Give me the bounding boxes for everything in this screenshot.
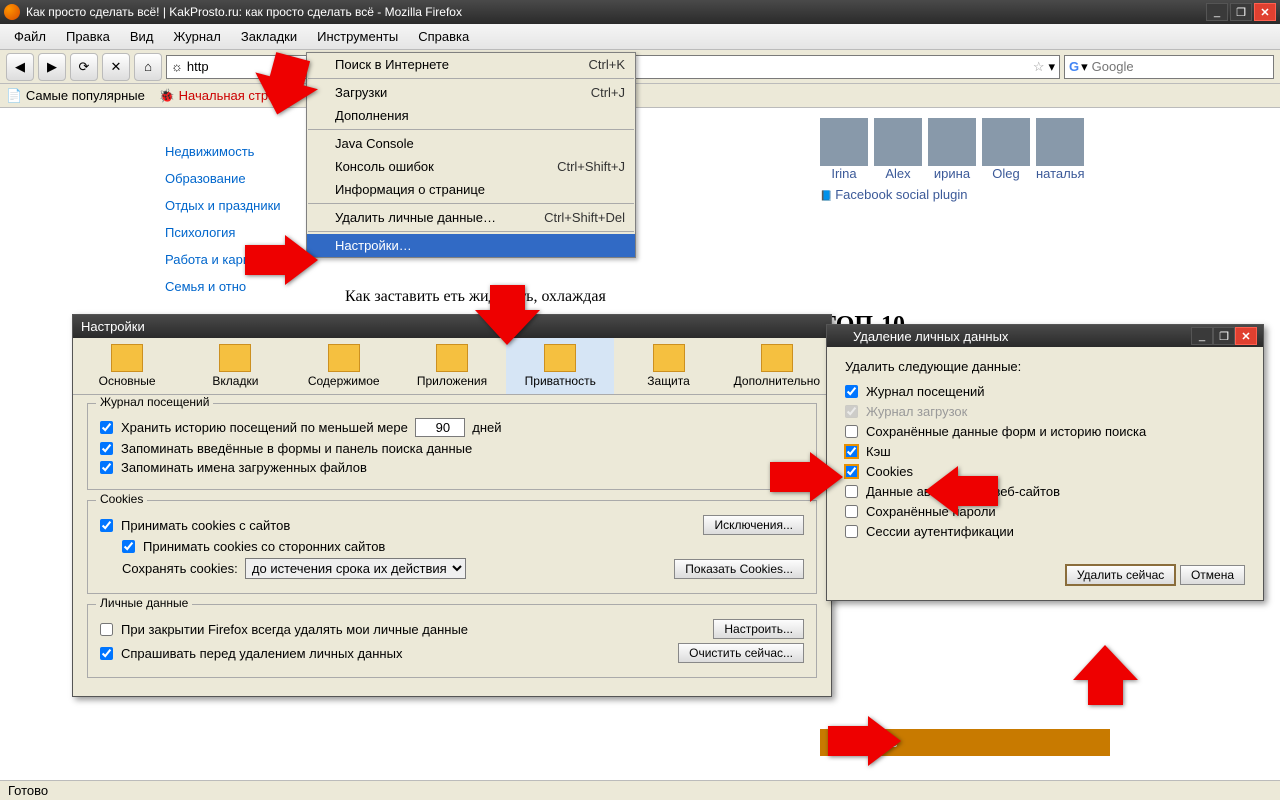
clear-item-checkbox[interactable] xyxy=(845,385,858,398)
settings-tab[interactable]: Содержимое xyxy=(290,338,398,394)
clear-dialog-title: Удаление личных данных xyxy=(853,329,1191,344)
firefox-icon xyxy=(4,4,20,20)
menu-item[interactable]: Настройки… xyxy=(307,234,635,257)
star-icon[interactable]: ☆ xyxy=(1033,59,1045,75)
tutorial-arrow xyxy=(765,452,845,515)
settings-title: Настройки xyxy=(81,319,145,334)
menu-history[interactable]: Журнал xyxy=(163,25,230,48)
accept-cookies-checkbox[interactable] xyxy=(100,519,113,532)
sidebar-link[interactable]: Отдых и праздники xyxy=(165,192,325,219)
clear-item-checkbox[interactable] xyxy=(845,505,858,518)
tutorial-arrow xyxy=(1068,640,1138,713)
remember-forms-checkbox[interactable] xyxy=(100,442,113,455)
window-titlebar: Как просто сделать всё! | KakProsto.ru: … xyxy=(0,0,1280,24)
settings-dialog: Настройки ОсновныеВкладкиСодержимоеПрило… xyxy=(72,314,832,697)
history-fieldset: Журнал посещений Хранить историю посещен… xyxy=(87,403,817,490)
clear-item-checkbox[interactable] xyxy=(845,525,858,538)
forward-button[interactable]: ▶ xyxy=(38,53,66,81)
clear-item-checkbox[interactable] xyxy=(845,425,858,438)
keep-history-checkbox[interactable] xyxy=(100,421,113,434)
minimize-button[interactable]: _ xyxy=(1206,3,1228,21)
clear-item-checkbox[interactable] xyxy=(845,465,858,478)
clear-item-checkbox[interactable] xyxy=(845,405,858,418)
tutorial-arrow xyxy=(470,280,540,353)
remember-downloads-checkbox[interactable] xyxy=(100,461,113,474)
menu-item[interactable]: Java Console xyxy=(307,132,635,155)
tutorial-arrow xyxy=(248,50,318,123)
exceptions-button[interactable]: Исключения... xyxy=(703,515,804,535)
window-title: Как просто сделать всё! | KakProsto.ru: … xyxy=(26,5,1206,19)
search-box[interactable]: G▾ xyxy=(1064,55,1274,79)
close-button[interactable]: ✕ xyxy=(1254,3,1276,21)
maximize-button[interactable]: ❐ xyxy=(1230,3,1252,21)
reload-button[interactable]: ⟳ xyxy=(70,53,98,81)
clear-heading: Удалить следующие данные: xyxy=(845,359,1245,374)
menu-item[interactable]: Поиск в ИнтернетеCtrl+K xyxy=(307,53,635,76)
cookies-fieldset: Cookies Принимать cookies с сайтовИсключ… xyxy=(87,500,817,594)
dialog-minimize-button[interactable]: _ xyxy=(1191,327,1213,345)
settings-tab[interactable]: Основные xyxy=(73,338,181,394)
menu-item[interactable]: Дополнения xyxy=(307,104,635,127)
clear-now-button[interactable]: Очистить сейчас... xyxy=(678,643,804,663)
menu-tools[interactable]: Инструменты xyxy=(307,25,408,48)
status-bar: Готово xyxy=(0,780,1280,800)
clear-data-dialog: Удаление личных данных _ ❐ ✕ Удалить сле… xyxy=(826,324,1264,601)
dialog-close-button[interactable]: ✕ xyxy=(1235,327,1257,345)
tutorial-arrow xyxy=(823,716,903,779)
tutorial-arrow xyxy=(240,235,320,298)
clear-item-checkbox[interactable] xyxy=(845,445,858,458)
settings-tabs: ОсновныеВкладкиСодержимоеПриложенияПрива… xyxy=(73,338,831,395)
bookmark-popular[interactable]: 📄 Самые популярные xyxy=(6,88,145,104)
bookmarks-bar: 📄 Самые популярные 🐞 Начальная стран xyxy=(0,84,1280,108)
nav-toolbar: ◀ ▶ ⟳ ✕ ⌂ ☼ ☆ ▾ G▾ xyxy=(0,50,1280,84)
home-button[interactable]: ⌂ xyxy=(134,53,162,81)
delete-now-button[interactable]: Удалить сейчас xyxy=(1065,564,1176,586)
keep-cookies-select[interactable]: до истечения срока их действия xyxy=(245,558,466,579)
tutorial-arrow xyxy=(920,466,1000,529)
private-data-fieldset: Личные данные При закрытии Firefox всегд… xyxy=(87,604,817,678)
menu-item[interactable]: Консоль ошибокCtrl+Shift+J xyxy=(307,155,635,178)
stop-button[interactable]: ✕ xyxy=(102,53,130,81)
menu-view[interactable]: Вид xyxy=(120,25,164,48)
tools-dropdown: Поиск в ИнтернетеCtrl+K ЗагрузкиCtrl+JДоп… xyxy=(306,52,636,258)
settings-tab[interactable]: Вкладки xyxy=(181,338,289,394)
ask-before-clear-checkbox[interactable] xyxy=(100,647,113,660)
back-button[interactable]: ◀ xyxy=(6,53,34,81)
facebook-faces: Irina Alex ирина Oleg наталья xyxy=(820,118,1110,181)
menu-item[interactable]: Удалить личные данные…Ctrl+Shift+Del xyxy=(307,206,635,229)
menu-item[interactable]: ЗагрузкиCtrl+J xyxy=(307,81,635,104)
sidebar-link[interactable]: Образование xyxy=(165,165,325,192)
menubar: Файл Правка Вид Журнал Закладки Инструме… xyxy=(0,24,1280,50)
sidebar-link[interactable]: Недвижимость xyxy=(165,138,325,165)
dialog-maximize-button[interactable]: ❐ xyxy=(1213,327,1235,345)
search-input[interactable] xyxy=(1092,59,1269,74)
menu-edit[interactable]: Правка xyxy=(56,25,120,48)
history-days-input[interactable]: 90 xyxy=(415,418,465,437)
firefox-icon xyxy=(833,329,847,343)
configure-button[interactable]: Настроить... xyxy=(713,619,804,639)
clear-on-close-checkbox[interactable] xyxy=(100,623,113,636)
cancel-button[interactable]: Отмена xyxy=(1180,565,1245,585)
menu-file[interactable]: Файл xyxy=(4,25,56,48)
menu-bookmarks[interactable]: Закладки xyxy=(231,25,307,48)
menu-item[interactable]: Информация о странице xyxy=(307,178,635,201)
menu-help[interactable]: Справка xyxy=(408,25,479,48)
third-party-cookies-checkbox[interactable] xyxy=(122,540,135,553)
settings-tab[interactable]: Защита xyxy=(614,338,722,394)
show-cookies-button[interactable]: Показать Cookies... xyxy=(674,559,804,579)
settings-tab[interactable]: Дополнительно xyxy=(723,338,831,394)
clear-item-checkbox[interactable] xyxy=(845,485,858,498)
